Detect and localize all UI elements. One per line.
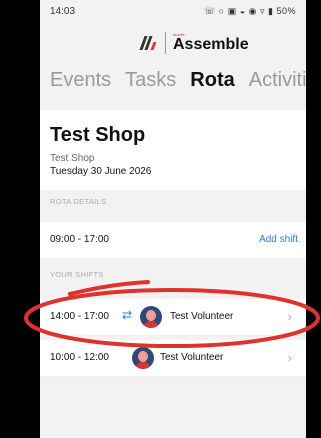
avatar — [132, 347, 154, 369]
rota-details-label: ROTA DETAILS — [50, 197, 107, 206]
status-time: 14:03 — [50, 6, 76, 17]
shift-row[interactable]: 10:00 - 12:00 Test Volunteer › — [40, 340, 306, 377]
tab-events[interactable]: Events — [50, 69, 111, 92]
phone-screen: 14:03 ☏ ○ ▣ ◒ ◉ ▿ ▮ 50% mobile Assemble … — [40, 0, 306, 438]
shift-row[interactable]: 14:00 - 17:00 ⇄ Test Volunteer › — [40, 299, 306, 336]
app-logo: mobile Assemble — [139, 28, 249, 58]
logo-mark-icon — [139, 34, 158, 52]
tab-rota[interactable]: Rota — [190, 69, 234, 92]
add-shift-button[interactable]: Add shift — [259, 234, 298, 245]
your-shifts-label: YOUR SHIFTS — [50, 270, 104, 279]
volunteer-name: Test Volunteer — [160, 352, 224, 363]
logo-divider — [165, 32, 166, 54]
chevron-right-icon: › — [287, 309, 292, 324]
status-bar: 14:03 ☏ ○ ▣ ◒ ◉ ▿ ▮ 50% — [40, 0, 306, 22]
rota-time: 09:00 - 17:00 — [50, 234, 109, 245]
page-title: Test Shop — [50, 124, 146, 146]
shop-date: Tuesday 30 June 2026 — [50, 166, 152, 177]
shift-time: 14:00 - 17:00 — [50, 311, 109, 322]
tab-bar: Events Tasks Rota Activities — [40, 60, 306, 100]
shop-subtitle: Test Shop — [50, 153, 95, 164]
rota-details-row: 09:00 - 17:00 Add shift — [40, 222, 306, 259]
shift-time: 10:00 - 12:00 — [50, 352, 109, 363]
volunteer-name: Test Volunteer — [170, 311, 234, 322]
chevron-right-icon: › — [287, 350, 292, 365]
logo-name: Assemble — [173, 36, 249, 53]
avatar — [140, 306, 162, 328]
tab-activities[interactable]: Activities — [249, 69, 306, 92]
swap-icon: ⇄ — [122, 308, 133, 322]
tab-tasks[interactable]: Tasks — [125, 69, 176, 92]
shop-header: Test Shop Test Shop Tuesday 30 June 2026 — [40, 110, 306, 190]
system-icons: ☏ ○ ▣ ◒ ◉ ▿ ▮ 50% — [204, 6, 296, 16]
